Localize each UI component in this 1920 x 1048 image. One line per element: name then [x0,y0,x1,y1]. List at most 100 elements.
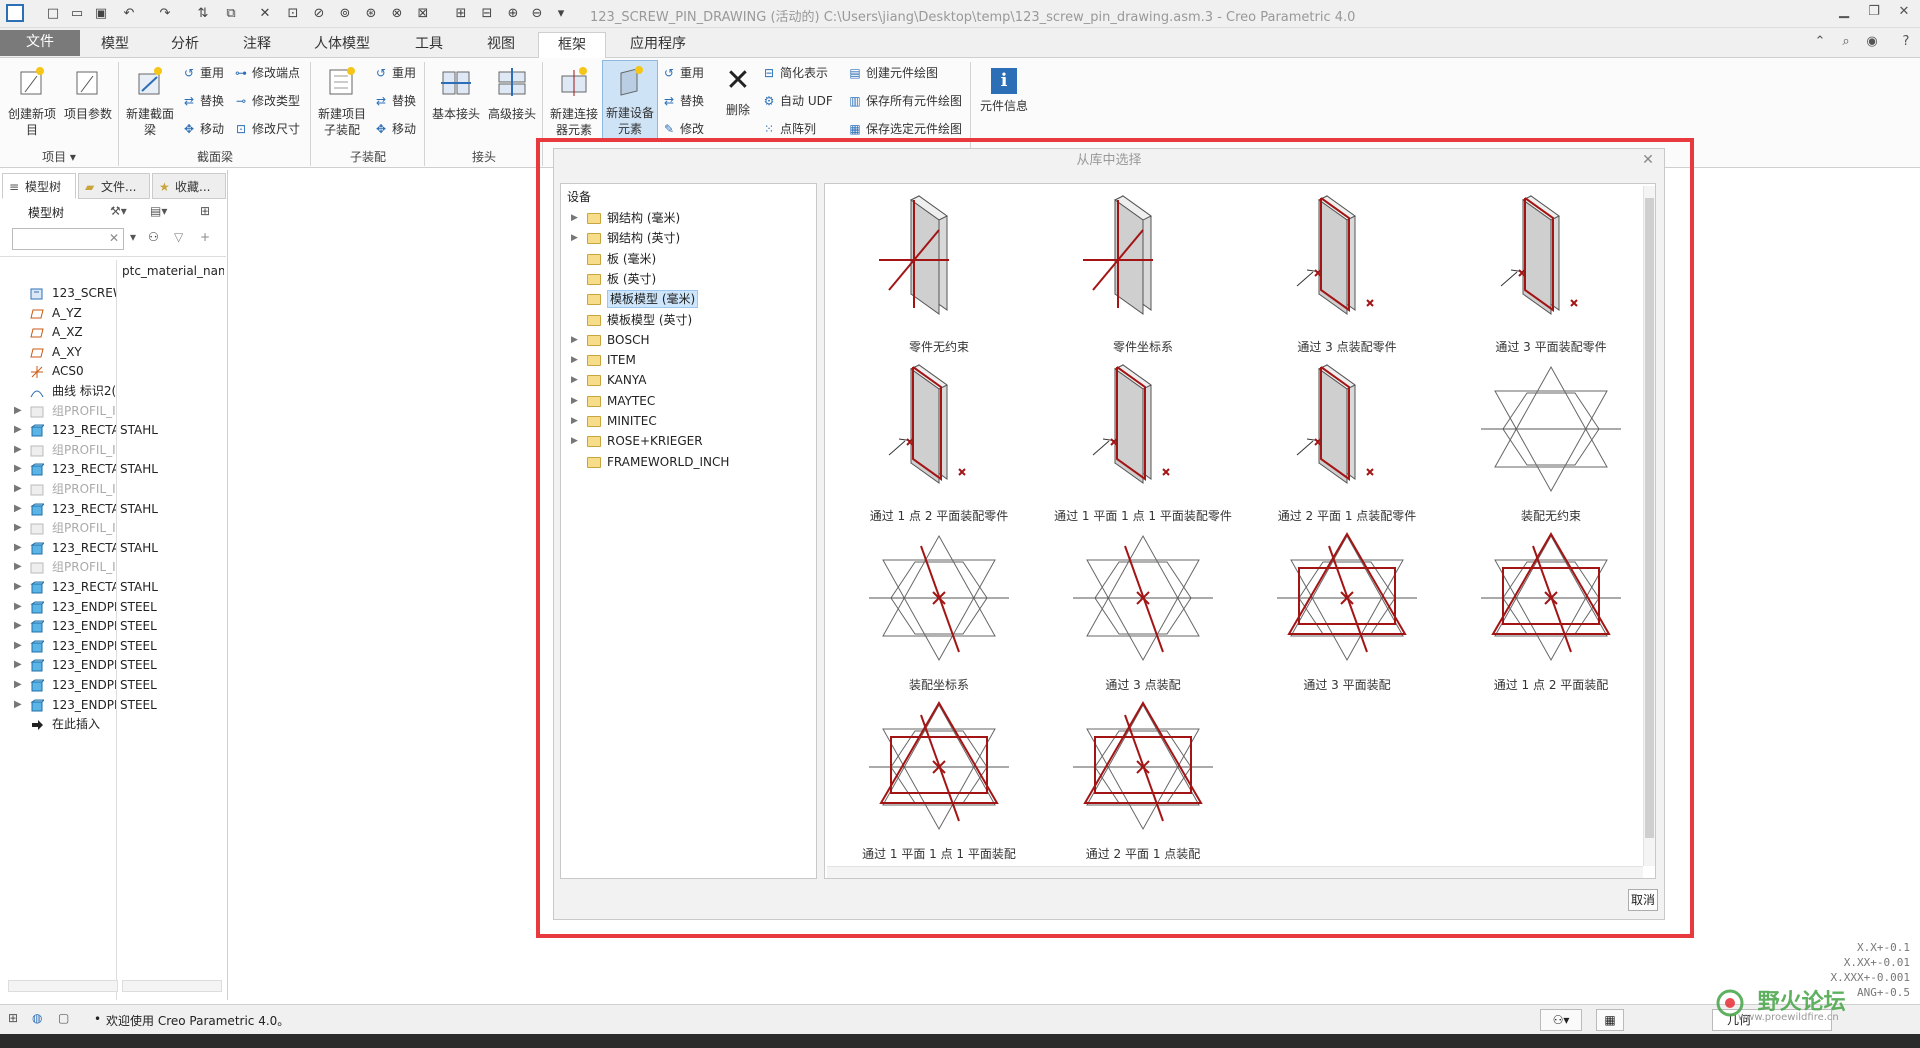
cancel-button[interactable]: 取消 [1628,889,1658,911]
library-item[interactable]: 通过 3 点装配零件 [1247,188,1447,356]
section-move-button[interactable]: ✥ 移动 [182,120,224,138]
horizontal-scrollbar[interactable] [122,980,222,992]
create-new-item-button[interactable]: 创建新项 目 [4,62,60,138]
library-item[interactable]: 通过 1 点 2 平面装配 [1451,526,1651,694]
column-header[interactable]: ptc_material_nam [122,264,224,278]
dialog-close-icon[interactable]: ✕ [1640,152,1656,168]
layout-icon[interactable]: ⊞ [8,1011,18,1025]
toolbar-tool-icon[interactable]: ⊚ [336,5,354,23]
tab-annotate[interactable]: 注释 [222,32,292,58]
delete-button[interactable]: ✕ 删除 [716,62,760,118]
subasm-replace-button[interactable]: ⇄ 替换 [374,92,416,110]
customize-toolbar-icon[interactable]: ▾ [552,5,570,23]
section-replace-button[interactable]: ⇄ 替换 [182,92,224,110]
basic-joint-button[interactable]: 基本接头 [428,62,484,122]
library-item[interactable]: 通过 1 点 2 平面装配零件 [839,357,1039,525]
toolbar-tool-icon[interactable]: ⊖ [528,5,546,23]
subasm-reuse-button[interactable]: ↺ 重用 [374,64,416,82]
user-icon[interactable]: ◉ [1862,34,1882,52]
library-folder[interactable]: ▶ ITEM [561,350,816,370]
search-icon[interactable]: ⌕ [1836,34,1856,52]
toolbar-tool-icon[interactable]: ⊕ [504,5,522,23]
undo-icon[interactable]: ↶ [120,5,138,23]
help-icon[interactable]: ? [1896,34,1916,52]
element-info-button[interactable]: i 元件信息 [976,62,1032,114]
item-params-button[interactable]: 项目参数 [60,62,116,122]
tree-search-input[interactable]: ✕ [12,228,124,250]
library-folder[interactable]: ▶ MAYTEC [561,391,816,411]
vertical-scrollbar[interactable] [1643,186,1655,866]
section-reuse-button[interactable]: ↺ 重用 [182,64,224,82]
library-folder[interactable]: ▶ ROSE+KRIEGER [561,431,816,451]
library-folder[interactable]: 板 (毫米) [561,249,816,269]
point-array-button[interactable]: ⁙ 点阵列 [762,120,816,138]
element-modify-button[interactable]: ✎ 修改 [662,120,704,138]
library-item[interactable]: 通过 1 平面 1 点 1 平面装配零件 [1043,357,1243,525]
creo-app-icon[interactable] [6,4,24,22]
browser-icon[interactable]: ◍ [32,1011,42,1025]
scroll-thumb[interactable] [1645,198,1654,838]
open-folder-icon[interactable]: ▭ [68,5,86,23]
library-folder[interactable]: 模板模型 (毫米) [561,289,816,309]
tab-file[interactable]: 文件 [0,30,80,56]
expand-arrow-icon[interactable]: ▶ [571,350,578,370]
fullscreen-icon[interactable]: ▢ [58,1011,69,1025]
restore-icon[interactable]: ❐ [1864,4,1884,22]
new-connector-element-button[interactable]: 新建连接 器元素 [546,62,602,138]
library-folder[interactable]: ▶ MINITEC [561,411,816,431]
library-folder[interactable]: ▶ 钢结构 (毫米) [561,208,816,228]
tab-analysis[interactable]: 分析 [150,32,220,58]
tab-framework[interactable]: 框架 [538,32,606,59]
save-selected-drawings-button[interactable]: ▦ 保存选定元件绘图 [848,120,962,138]
tab-model[interactable]: 模型 [82,32,148,58]
tab-folder-browser[interactable]: ▰ 文件... [78,173,150,199]
toolbar-tool-icon[interactable]: ⊛ [362,5,380,23]
tree-filter-icon[interactable]: ⊞ [200,204,210,218]
regenerate-icon[interactable]: ⇅ [194,5,212,23]
tree-row[interactable]: 在此插入 [0,713,226,735]
find-binoculars-icon[interactable]: ⚇ [148,230,159,244]
library-folder[interactable]: ▶ BOSCH [561,330,816,350]
new-equipment-element-button[interactable]: 新建设备 元素 [602,60,658,140]
library-folder[interactable]: 模板模型 (英寸) [561,310,816,330]
expand-arrow-icon[interactable]: ▶ [571,431,578,451]
library-item[interactable]: 通过 1 平面 1 点 1 平面装配 [839,695,1039,863]
close-window-icon[interactable]: ✕ [256,5,274,23]
modify-ends-button[interactable]: ⊶ 修改端点 [234,64,300,82]
new-section-beam-button[interactable]: 新建截面 梁 [122,62,178,138]
subasm-move-button[interactable]: ✥ 移动 [374,120,416,138]
new-subassembly-button[interactable]: 新建项目 子装配 [314,62,370,138]
modify-type-button[interactable]: ⊸ 修改类型 [234,92,300,110]
tab-view[interactable]: 视图 [468,32,534,58]
library-item[interactable]: 零件无约束 [839,188,1039,356]
library-folder[interactable]: ▶ KANYA [561,370,816,390]
find-button[interactable]: ⚇▾ [1540,1009,1582,1031]
redo-icon[interactable]: ↷ [156,5,174,23]
library-item[interactable]: 通过 3 点装配 [1043,526,1243,694]
library-item[interactable]: 通过 3 平面装配零件 [1451,188,1651,356]
close-icon[interactable]: ✕ [1894,4,1914,22]
add-icon[interactable]: + [200,230,210,244]
auto-udf-button[interactable]: ⚙ 自动 UDF [762,92,833,110]
toolbar-tool-icon[interactable]: ⊘ [310,5,328,23]
tab-applications[interactable]: 应用程序 [612,32,704,58]
window-switch-icon[interactable]: ⧉ [222,5,240,23]
tree-settings-icon[interactable]: ⚒▾ [110,204,127,218]
library-item[interactable]: 通过 2 平面 1 点装配零件 [1247,357,1447,525]
toolbar-tool-icon[interactable]: ⊡ [284,5,302,23]
modify-size-button[interactable]: ⊡ 修改尺寸 [234,120,300,138]
new-file-icon[interactable]: □ [44,5,62,23]
library-item[interactable]: 零件坐标系 [1043,188,1243,356]
dropdown-icon[interactable]: ▾ [130,230,136,244]
tab-manikin[interactable]: 人体模型 [294,32,390,58]
group-label-project[interactable]: 项目 ▾ [0,148,118,165]
toolbar-tool-icon[interactable]: ⊟ [478,5,496,23]
save-all-drawings-button[interactable]: ▥ 保存所有元件绘图 [848,92,962,110]
expand-arrow-icon[interactable]: ▶ [571,370,578,390]
tab-favorites[interactable]: ★ 收藏... [152,173,226,199]
toolbar-tool-icon[interactable]: ⊠ [414,5,432,23]
expand-arrow-icon[interactable]: ▶ [571,391,578,411]
element-reuse-button[interactable]: ↺ 重用 [662,64,704,82]
selection-icon[interactable]: ▦ [1596,1009,1624,1031]
horizontal-scrollbar[interactable] [827,866,1643,878]
